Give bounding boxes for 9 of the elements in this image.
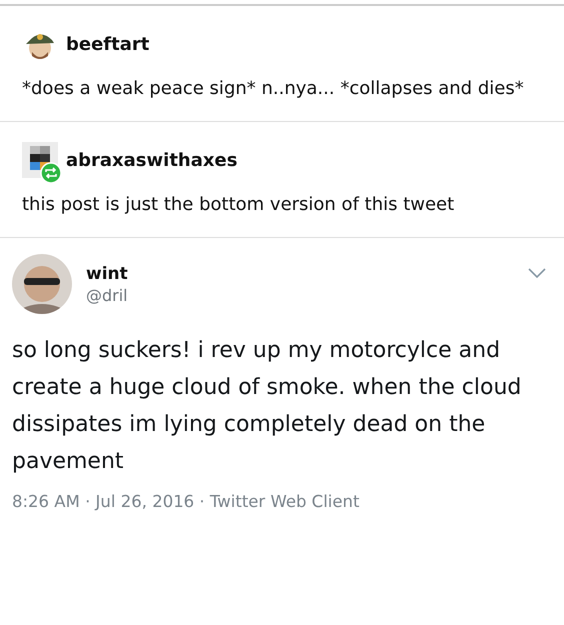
tweet-text: so long suckers! i rev up my motorcylce and create a huge cloud of smoke. when the cloud dissipates im lying completely dead on the pavement: [12, 337, 522, 476]
username[interactable]: abraxaswithaxes: [66, 150, 238, 170]
user-handle[interactable]: @dril: [86, 286, 514, 304]
post-text: *does a weak peace sign* n..nya... *collapses and dies*: [22, 77, 525, 101]
tweet-timestamp: 8:26 AM · Jul 26, 2016 · Twitter Web Client: [12, 492, 360, 511]
display-name[interactable]: wint: [86, 264, 514, 284]
username[interactable]: beeftart: [66, 34, 150, 54]
post-text: this post is just the bottom version of this tweet: [22, 193, 456, 217]
chevron-icon[interactable]: [528, 268, 546, 278]
